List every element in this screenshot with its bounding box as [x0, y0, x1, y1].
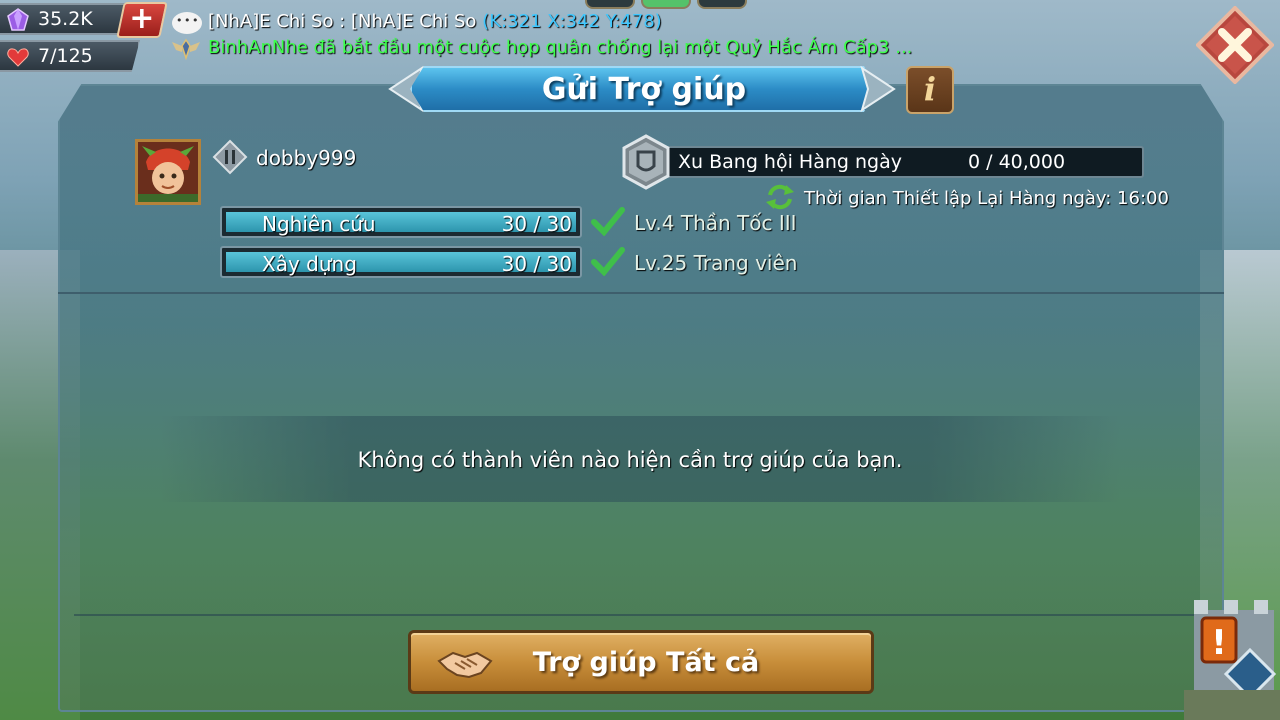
research-help-count: 30 / 30	[501, 212, 572, 236]
chat-ticker[interactable]: [NhA]E Chi So : [NhA]E Chi So (K:321 X:3…	[168, 8, 1028, 62]
player-name: dobby999	[256, 146, 357, 170]
info-button[interactable]: i	[906, 66, 954, 114]
help-all-label: Trợ giúp Tất cả	[532, 647, 760, 678]
research-help-target: Lv.4 Thần Tốc III	[634, 211, 797, 235]
page-dot	[697, 0, 747, 9]
daily-reset-time: Thời gian Thiết lập Lại Hàng ngày: 16:00	[804, 188, 1169, 209]
coins-label: Xu Bang hội Hàng ngày	[678, 151, 902, 173]
panel-divider	[74, 614, 1204, 616]
build-help-target: Lv.25 Trang viên	[634, 251, 798, 275]
gem-icon	[7, 8, 29, 31]
build-help-count: 30 / 30	[501, 252, 572, 276]
info-icon: i	[923, 70, 937, 108]
chat-message-2: BinhAnNhe đã bắt đầu một cuộc họp quân c…	[208, 37, 913, 58]
castle-alert-icon[interactable]: !	[1184, 600, 1280, 720]
add-gems-button[interactable]: +	[116, 1, 168, 38]
title-banner: Gửi Trợ giúp	[410, 66, 878, 112]
stamina-amount: 7/125	[38, 45, 93, 67]
chat-coordinates-link[interactable]: (K:321 X:342 Y:478)	[482, 11, 662, 32]
heart-icon	[7, 48, 29, 67]
plus-icon: +	[129, 1, 155, 36]
wings-badge-icon	[172, 38, 200, 60]
empty-state-message: Không có thành viên nào hiện cần trợ giú…	[357, 448, 903, 472]
checkmark-icon	[591, 207, 625, 236]
page-title: Gửi Trợ giúp	[541, 71, 747, 107]
page-dot-active	[641, 0, 691, 9]
coins-value: 0 / 40,000	[968, 151, 1066, 173]
page-dot	[585, 0, 635, 9]
rank-badge-icon	[212, 139, 248, 175]
refresh-icon	[766, 184, 794, 210]
chat-message-1: [NhA]E Chi So : [NhA]E Chi So (K:321 X:3…	[208, 11, 662, 32]
research-help-label: Nghiên cứu	[262, 212, 376, 236]
stamina-counter[interactable]: 7/125	[0, 40, 140, 72]
guild-coin-icon	[622, 134, 670, 190]
build-help-bar: Xây dựng 30 / 30	[220, 246, 582, 278]
research-help-bar: Nghiên cứu 30 / 30	[220, 206, 582, 238]
gem-amount: 35.2K	[38, 8, 93, 30]
svg-text:!: !	[1211, 623, 1227, 663]
page-indicator	[585, 0, 755, 10]
close-button[interactable]	[1196, 6, 1274, 84]
help-all-button[interactable]: Trợ giúp Tất cả	[408, 630, 874, 694]
daily-guild-coins-bar: Xu Bang hội Hàng ngày 0 / 40,000	[664, 146, 1144, 178]
player-avatar[interactable]	[135, 139, 201, 205]
chat-bubble-icon	[172, 12, 202, 34]
chat-sender: [NhA]E Chi So : [NhA]E Chi So	[208, 11, 477, 32]
next-arrow-icon[interactable]	[860, 66, 896, 112]
build-help-label: Xây dựng	[262, 252, 357, 276]
gem-counter[interactable]: 35.2K	[0, 3, 132, 35]
checkmark-icon	[591, 247, 625, 276]
